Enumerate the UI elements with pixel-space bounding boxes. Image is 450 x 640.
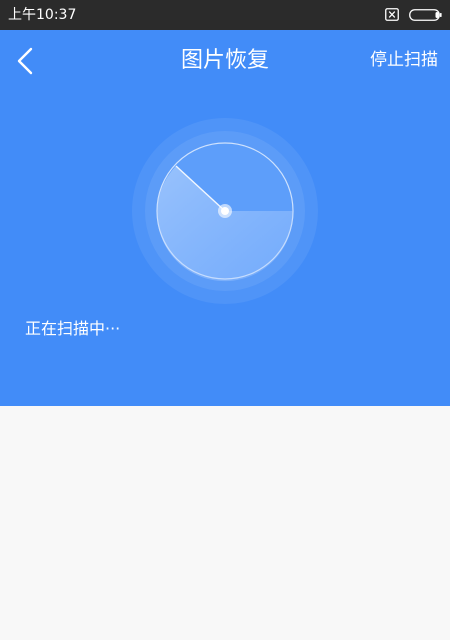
stop-scan-button[interactable]: 停止扫描: [370, 48, 438, 72]
header: 图片恢复 停止扫描 正在扫描中···: [0, 30, 450, 406]
scan-status-text: 正在扫描中···: [25, 319, 121, 338]
results-area: [0, 406, 450, 640]
status-bar: 上午10:37: [0, 0, 450, 30]
radar-scan-icon: [132, 118, 318, 304]
status-time: 上午10:37: [8, 7, 77, 23]
battery-icon: [409, 9, 442, 21]
sim-card-missing-icon: [385, 8, 399, 21]
